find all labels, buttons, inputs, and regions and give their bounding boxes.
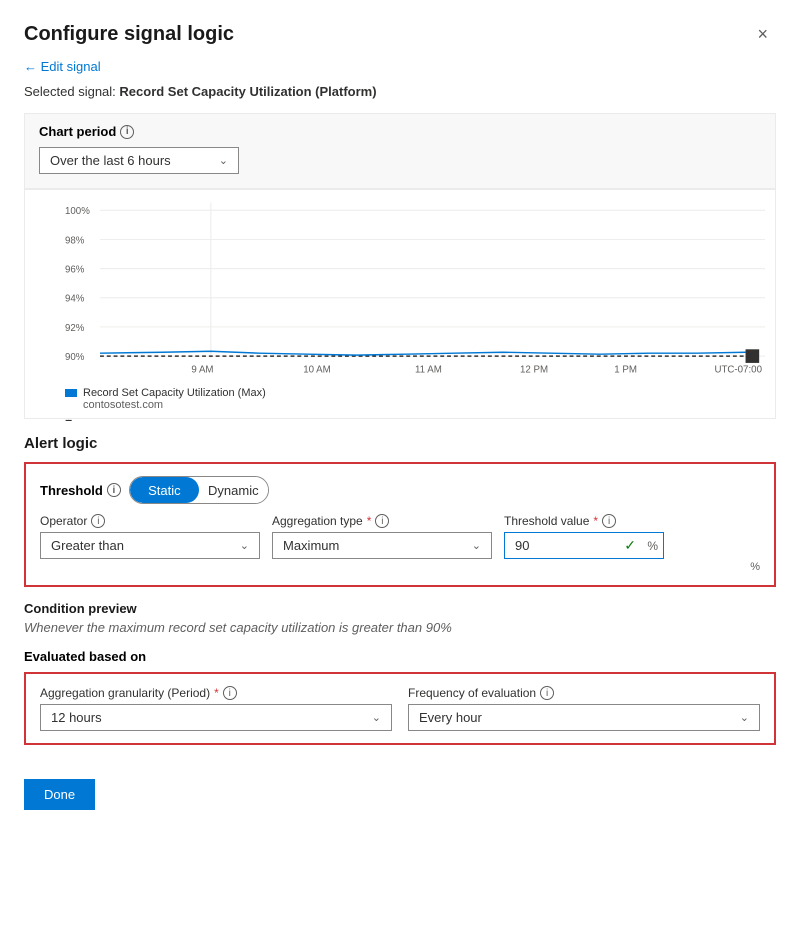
- frequency-info-icon[interactable]: i: [540, 686, 554, 700]
- dynamic-toggle-button[interactable]: Dynamic: [199, 477, 268, 503]
- evaluated-fields-row: Aggregation granularity (Period) * i 12 …: [40, 686, 760, 731]
- modal-container: Configure signal logic × ← Edit signal S…: [0, 0, 800, 932]
- svg-text:UTC-07:00: UTC-07:00: [714, 365, 762, 376]
- svg-text:98%: 98%: [65, 235, 85, 246]
- alert-logic-title: Alert logic: [24, 435, 776, 452]
- threshold-row: Threshold i Static Dynamic: [40, 476, 760, 504]
- fields-row: Operator i Greater than ⌄ Aggregation ty…: [40, 514, 760, 559]
- condition-preview-text: Whenever the maximum record set capacity…: [24, 620, 776, 635]
- aggregation-granularity-dropdown[interactable]: 12 hours ⌄: [40, 704, 392, 731]
- frequency-dropdown[interactable]: Every hour ⌄: [408, 704, 760, 731]
- frequency-chevron-icon: ⌄: [740, 711, 749, 724]
- threshold-box: Threshold i Static Dynamic Operator i: [24, 462, 776, 587]
- threshold-value-wrapper: ✓ %: [504, 532, 664, 559]
- modal-title: Configure signal logic: [24, 23, 234, 46]
- svg-text:1 PM: 1 PM: [614, 365, 637, 376]
- chart-svg: 100% 98% 96% 94% 92% 90% 9 AM 10 AM 11 A…: [65, 200, 765, 380]
- chart-period-dropdown[interactable]: Over the last 6 hours ⌄: [39, 147, 239, 174]
- evaluated-title: Evaluated based on: [24, 649, 776, 664]
- frequency-value: Every hour: [419, 710, 482, 725]
- operator-value: Greater than: [51, 538, 124, 553]
- granularity-info-icon[interactable]: i: [223, 686, 237, 700]
- operator-info-icon[interactable]: i: [91, 514, 105, 528]
- aggregation-type-field-group: Aggregation type * i Maximum ⌄: [272, 514, 492, 559]
- chart-area: 100% 98% 96% 94% 92% 90% 9 AM 10 AM 11 A…: [24, 189, 776, 419]
- svg-text:12 PM: 12 PM: [520, 365, 548, 376]
- condition-preview-title: Condition preview: [24, 601, 776, 616]
- chart-period-value: Over the last 6 hours: [50, 153, 171, 168]
- threshold-value-info-icon[interactable]: i: [602, 514, 616, 528]
- threshold-label: Threshold i: [40, 483, 121, 498]
- operator-chevron-icon: ⌄: [240, 539, 249, 552]
- chevron-down-icon: ⌄: [219, 154, 228, 167]
- aggregation-type-value: Maximum: [283, 538, 339, 553]
- percent-label: %: [40, 561, 760, 573]
- svg-text:90%: 90%: [65, 352, 85, 363]
- alert-logic-section: Alert logic Threshold i Static Dynamic: [24, 435, 776, 745]
- chart-period-label: Chart period i: [39, 124, 761, 139]
- check-icon: ✓: [624, 537, 636, 554]
- aggregation-granularity-value: 12 hours: [51, 710, 102, 725]
- svg-text:100%: 100%: [65, 206, 90, 217]
- threshold-value-input[interactable]: [504, 532, 664, 559]
- svg-text:92%: 92%: [65, 323, 85, 334]
- modal-header: Configure signal logic ×: [24, 20, 776, 49]
- legend-text-1: Record Set Capacity Utilization (Max): [83, 387, 266, 399]
- chart-legend: Record Set Capacity Utilization (Max) co…: [65, 387, 765, 427]
- condition-preview-section: Condition preview Whenever the maximum r…: [24, 601, 776, 635]
- edit-signal-link[interactable]: ← Edit signal: [24, 59, 101, 74]
- evaluated-section: Evaluated based on Aggregation granulari…: [24, 649, 776, 745]
- percent-icon: %: [647, 539, 658, 553]
- granularity-required-star: *: [214, 686, 219, 700]
- legend-dashes: --: [65, 411, 70, 427]
- done-button[interactable]: Done: [24, 779, 95, 810]
- granularity-chevron-icon: ⌄: [372, 711, 381, 724]
- svg-text:96%: 96%: [65, 265, 85, 276]
- aggregation-type-label: Aggregation type * i: [272, 514, 492, 528]
- threshold-value-label: Threshold value * i: [504, 514, 664, 528]
- selected-signal-value: Record Set Capacity Utilization (Platfor…: [119, 84, 376, 99]
- aggregation-granularity-label: Aggregation granularity (Period) * i: [40, 686, 392, 700]
- legend-dash-line: --: [65, 411, 765, 427]
- chart-period-section: Chart period i Over the last 6 hours ⌄: [24, 113, 776, 189]
- selected-signal-prefix: Selected signal:: [24, 84, 116, 99]
- aggregation-type-dropdown[interactable]: Maximum ⌄: [272, 532, 492, 559]
- svg-text:9 AM: 9 AM: [191, 365, 213, 376]
- legend-text-2: contosotest.com: [65, 399, 765, 411]
- aggregation-info-icon[interactable]: i: [375, 514, 389, 528]
- svg-text:11 AM: 11 AM: [415, 365, 442, 376]
- operator-dropdown[interactable]: Greater than ⌄: [40, 532, 260, 559]
- aggregation-granularity-field: Aggregation granularity (Period) * i 12 …: [40, 686, 392, 731]
- threshold-toggle-group: Static Dynamic: [129, 476, 269, 504]
- static-toggle-button[interactable]: Static: [130, 477, 199, 503]
- operator-field-group: Operator i Greater than ⌄: [40, 514, 260, 559]
- chart-period-info-icon[interactable]: i: [120, 125, 134, 139]
- legend-color-bar: [65, 389, 77, 397]
- close-button[interactable]: ×: [749, 20, 776, 49]
- aggregation-required-star: *: [367, 514, 372, 528]
- aggregation-chevron-icon: ⌄: [472, 539, 481, 552]
- operator-label: Operator i: [40, 514, 260, 528]
- svg-text:10 AM: 10 AM: [303, 365, 331, 376]
- threshold-value-field-group: Threshold value * i ✓ %: [504, 514, 664, 559]
- threshold-required-star: *: [593, 514, 598, 528]
- frequency-field: Frequency of evaluation i Every hour ⌄: [408, 686, 760, 731]
- svg-text:94%: 94%: [65, 294, 85, 305]
- legend-item-1: Record Set Capacity Utilization (Max): [65, 387, 765, 399]
- frequency-label: Frequency of evaluation i: [408, 686, 760, 700]
- evaluated-box: Aggregation granularity (Period) * i 12 …: [24, 672, 776, 745]
- selected-signal-row: Selected signal: Record Set Capacity Uti…: [24, 84, 776, 99]
- edit-signal-label: ← Edit signal: [24, 59, 101, 74]
- threshold-info-icon[interactable]: i: [107, 483, 121, 497]
